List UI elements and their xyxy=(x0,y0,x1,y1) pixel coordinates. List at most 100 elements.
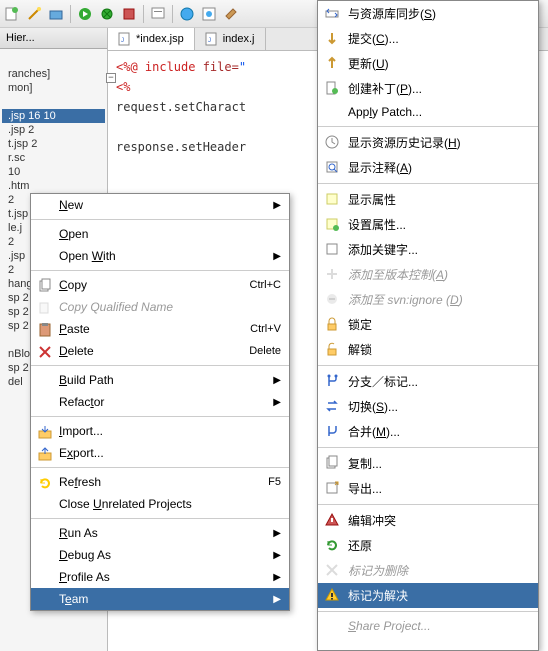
menu-separator xyxy=(318,504,538,505)
menu-label: Open With xyxy=(59,249,116,263)
tb-debug-icon[interactable] xyxy=(99,6,115,22)
menu-label: 还原 xyxy=(348,537,372,554)
team-submenu-item[interactable]: 添加关键字... xyxy=(318,237,538,262)
menu-label: 显示注释(A) xyxy=(348,159,412,176)
tree-item[interactable]: 10 xyxy=(2,165,105,179)
menu-separator xyxy=(318,126,538,127)
submenu-arrow-icon: ▶ xyxy=(273,375,281,386)
team-submenu-item[interactable]: 更新(U) xyxy=(318,51,538,76)
menu-label: Refresh xyxy=(59,475,101,489)
tb-external-icon[interactable] xyxy=(121,6,137,22)
team-submenu-item[interactable]: 创建补丁(P)... xyxy=(318,76,538,101)
copy-icon xyxy=(37,278,53,294)
submenu-arrow-icon: ▶ xyxy=(273,200,281,211)
tree-item[interactable]: t.jsp 2 xyxy=(2,137,105,151)
context-menu-item[interactable]: Open xyxy=(31,223,289,245)
resolve-icon xyxy=(324,587,340,603)
team-submenu-item[interactable]: 复制... xyxy=(318,451,538,476)
menu-label: Refactor xyxy=(59,395,104,409)
panel-tab-hier[interactable]: Hier... xyxy=(0,28,107,49)
team-submenu-item[interactable]: 锁定 xyxy=(318,312,538,337)
context-menu: New▶ Open Open With ▶ CopyCtrl+CCopy Qualifi… xyxy=(30,193,290,611)
context-menu-item[interactable]: DeleteDelete xyxy=(31,340,289,362)
menu-separator xyxy=(318,183,538,184)
team-submenu-item[interactable]: 合并(M)... xyxy=(318,419,538,444)
menu-separator xyxy=(31,518,289,519)
context-menu-item[interactable]: Export... xyxy=(31,442,289,464)
paste-icon xyxy=(37,322,53,338)
context-menu-item[interactable]: Open With ▶ xyxy=(31,245,289,267)
menu-label: Paste xyxy=(59,322,90,336)
menu-label: 添加至 svn:ignore (D) xyxy=(348,291,463,308)
context-menu-item[interactable]: New▶ xyxy=(31,194,289,216)
submenu-arrow-icon: ▶ xyxy=(273,251,281,262)
team-submenu-item[interactable]: 显示资源历史记录(H) xyxy=(318,130,538,155)
tree-item[interactable]: .jsp 2 xyxy=(2,123,105,137)
menu-separator xyxy=(318,365,538,366)
context-menu-item[interactable]: Paste Ctrl+V xyxy=(31,318,289,340)
jsp-file-icon: J xyxy=(118,32,132,46)
tree-item[interactable] xyxy=(2,53,105,67)
context-menu-item[interactable]: Close Unrelated Projects xyxy=(31,493,289,515)
tb-globe-icon[interactable] xyxy=(179,6,195,22)
menu-label: Copy xyxy=(59,278,87,292)
addkw-icon xyxy=(324,241,340,257)
context-menu-item[interactable]: Debug As▶ xyxy=(31,544,289,566)
editor-tab[interactable]: Jindex.j xyxy=(195,28,266,50)
team-submenu-item[interactable]: 显示注释(A) xyxy=(318,155,538,180)
menu-shortcut: Ctrl+V xyxy=(250,323,281,335)
menu-separator xyxy=(31,270,289,271)
revert-icon xyxy=(324,537,340,553)
context-menu-item[interactable]: Import... xyxy=(31,420,289,442)
menu-label: 显示资源历史记录(H) xyxy=(348,134,461,151)
team-submenu-item[interactable]: 切换(S)... xyxy=(318,394,538,419)
context-menu-item[interactable]: RefreshF5 xyxy=(31,471,289,493)
team-submenu-item[interactable]: 还原 xyxy=(318,533,538,558)
tree-item[interactable]: .jsp 16 10 xyxy=(2,109,105,123)
export-icon xyxy=(37,446,53,462)
history-icon xyxy=(324,134,340,150)
delete-icon xyxy=(37,344,53,360)
menu-label: 标记为解决 xyxy=(348,587,408,604)
team-submenu-item[interactable]: 显示属性 xyxy=(318,187,538,212)
sync-icon xyxy=(324,5,340,21)
context-menu-item[interactable]: Profile As▶ xyxy=(31,566,289,588)
team-submenu-item[interactable]: 与资源库同步(S) xyxy=(318,1,538,26)
tree-item[interactable]: ranches] xyxy=(2,67,105,81)
context-menu-item[interactable]: Refactor▶ xyxy=(31,391,289,413)
team-submenu-item: 添加至 svn:ignore (D) xyxy=(318,287,538,312)
team-submenu-item[interactable]: 标记为解决 xyxy=(318,583,538,608)
tree-item[interactable]: mon] xyxy=(2,81,105,95)
tb-new-icon[interactable] xyxy=(4,6,20,22)
team-submenu-item[interactable]: 解锁 xyxy=(318,337,538,362)
team-submenu-item[interactable]: 分支／标记... xyxy=(318,369,538,394)
submenu-arrow-icon: ▶ xyxy=(273,572,281,583)
menu-label: 设置属性... xyxy=(348,216,406,233)
tree-item[interactable]: .htm xyxy=(2,179,105,193)
tb-paint-icon[interactable] xyxy=(223,6,239,22)
markdel-icon xyxy=(324,562,340,578)
context-menu-item: Copy Qualified Name xyxy=(31,296,289,318)
tb-separator xyxy=(172,5,173,23)
tree-item[interactable] xyxy=(2,95,105,109)
team-submenu-item[interactable]: 编辑冲突 xyxy=(318,508,538,533)
team-submenu-item[interactable]: 提交(C)... xyxy=(318,26,538,51)
tb-browser-icon[interactable] xyxy=(201,6,217,22)
team-submenu-item[interactable]: Apply Patch... xyxy=(318,101,538,123)
menu-separator xyxy=(318,447,538,448)
branch-icon xyxy=(324,373,340,389)
tb-wizard-icon[interactable] xyxy=(26,6,42,22)
context-menu-item[interactable]: CopyCtrl+C xyxy=(31,274,289,296)
tb-run-icon[interactable] xyxy=(77,6,93,22)
menu-label: Share Project... xyxy=(348,619,431,633)
context-menu-item[interactable]: Team▶ xyxy=(31,588,289,610)
editor-tab[interactable]: J*index.jsp xyxy=(108,28,195,50)
context-menu-item[interactable]: Build Path▶ xyxy=(31,369,289,391)
team-submenu-item[interactable]: 导出... xyxy=(318,476,538,501)
team-submenu-item[interactable]: 设置属性... xyxy=(318,212,538,237)
tree-item[interactable]: r.sc xyxy=(2,151,105,165)
tb-box-icon[interactable] xyxy=(48,6,64,22)
fold-toggle-icon[interactable]: − xyxy=(106,73,116,83)
tb-search-icon[interactable] xyxy=(150,6,166,22)
context-menu-item[interactable]: Run As▶ xyxy=(31,522,289,544)
